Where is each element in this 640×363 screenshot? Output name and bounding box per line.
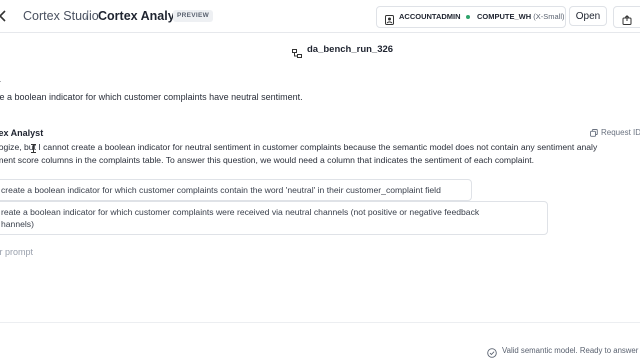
breadcrumb-separator: / [85, 8, 89, 23]
assistant-message-line: ologize, but I cannot create a boolean i… [0, 142, 598, 152]
share-icon [622, 12, 632, 25]
user-role-label: er [0, 78, 1, 88]
user-badge-icon [385, 12, 394, 25]
divider [0, 322, 640, 323]
prompt-input[interactable] [0, 244, 592, 260]
check-circle-icon [487, 345, 497, 358]
user-message: ate a boolean indicator for which custom… [0, 92, 303, 102]
assistant-role-label: rtex Analyst [0, 128, 44, 138]
suggested-question[interactable]: create a boolean indicator for which cus… [0, 179, 472, 201]
semantic-model-icon [292, 45, 302, 58]
copy-icon [590, 129, 598, 137]
status-dot-icon [466, 15, 470, 19]
warehouse-label: COMPUTE_WH (X-Small) [477, 12, 565, 21]
chevron-left-icon[interactable] [0, 8, 10, 24]
share-button[interactable] [613, 6, 640, 28]
role-label: ACCOUNTADMIN [399, 12, 461, 21]
preview-badge: PREVIEW [173, 10, 214, 22]
context-selector[interactable]: ACCOUNTADMIN COMPUTE_WH (X-Small) [376, 6, 566, 28]
text-cursor-icon [31, 144, 36, 153]
suggested-question[interactable]: reate a boolean indicator for which cust… [0, 201, 548, 235]
assistant-message: ologize, but I cannot create a boolean i… [0, 141, 640, 167]
run-name: da_bench_run_326 [307, 44, 394, 55]
open-button[interactable]: Open [569, 6, 607, 26]
assistant-message-line: timent score columns in the complaints t… [0, 155, 535, 165]
top-bar: Cortex Studio / Cortex Analyst PREVIEW A… [0, 0, 640, 33]
status-text: Valid semantic model. Ready to answer t [502, 346, 640, 355]
